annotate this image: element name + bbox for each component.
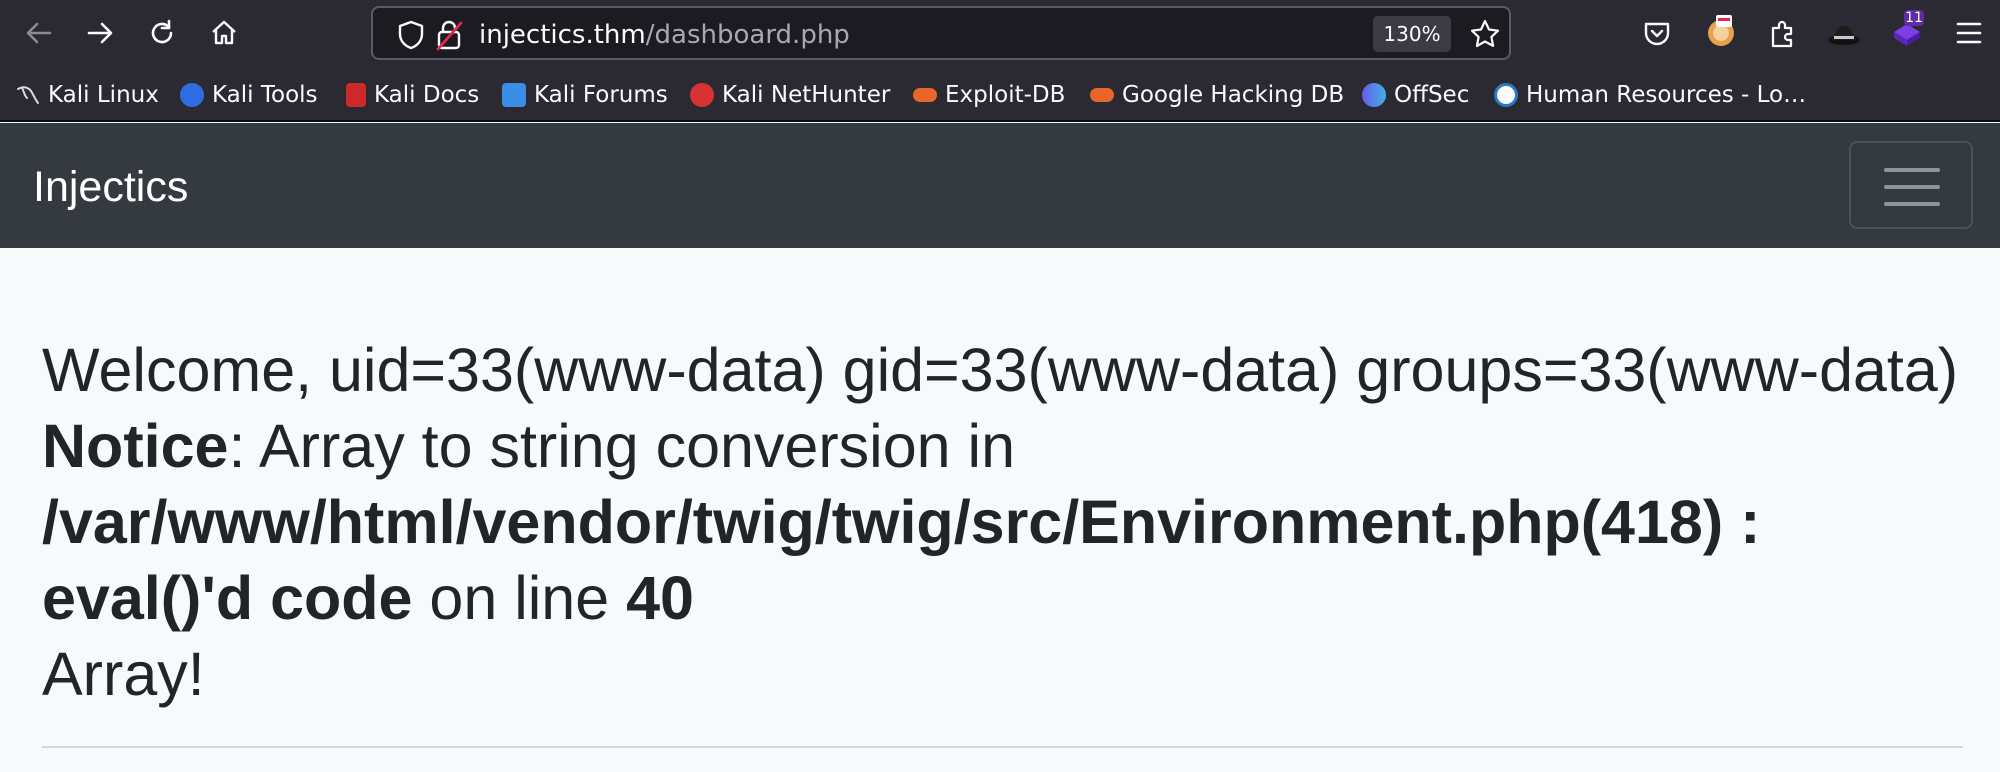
bookmark-label: Exploit-DB <box>945 82 1066 108</box>
notice-file-path: /var/www/html/vendor/twig/twig/src/Envir… <box>42 488 1761 632</box>
url-host: injectics.thm <box>479 20 646 50</box>
star-icon[interactable] <box>1469 18 1501 50</box>
kali-forums-icon <box>502 83 526 107</box>
wordpress-icon <box>1494 83 1518 107</box>
extension-badge-count: 11 <box>1905 10 1923 26</box>
bookmark-exploit-db[interactable]: Exploit-DB <box>913 80 1065 110</box>
bookmark-label: Human Resources - Lo… <box>1526 82 1807 108</box>
navbar-toggler-button[interactable] <box>1849 141 1973 229</box>
hamburger-line <box>1884 202 1940 206</box>
bookmark-kali-tools[interactable]: Kali Tools <box>180 80 318 110</box>
home-button[interactable] <box>202 11 246 55</box>
browser-toolbar: injectics.thm/dashboard.php 130% 11 <box>0 0 2000 67</box>
php-notice: Notice: Array to string conversion in /v… <box>42 408 1962 636</box>
bookmark-label: Kali Docs <box>374 82 480 108</box>
zoom-indicator[interactable]: 130% <box>1373 16 1451 52</box>
url-bar[interactable]: injectics.thm/dashboard.php 130% <box>371 6 1511 60</box>
bookmark-kali-docs[interactable]: Kali Docs <box>346 80 479 110</box>
bookmark-label: OffSec <box>1394 82 1470 108</box>
divider <box>42 746 1963 748</box>
bookmark-label: Kali Linux <box>48 82 159 108</box>
url-path: /dashboard.php <box>645 20 850 50</box>
ghdb-icon <box>1090 88 1114 102</box>
bookmark-offsec[interactable]: OffSec <box>1362 80 1469 110</box>
bookmark-label: Kali NetHunter <box>722 82 891 108</box>
hat-icon[interactable] <box>1826 20 1862 48</box>
menu-icon[interactable] <box>1955 20 1983 46</box>
kali-dragon-icon <box>17 86 39 104</box>
bookmark-human-resources[interactable]: Human Resources - Lo… <box>1494 80 1806 110</box>
bookmark-google-hacking-db[interactable]: Google Hacking DB <box>1090 80 1344 110</box>
kali-docs-icon <box>346 83 366 107</box>
notice-label: Notice <box>42 412 229 480</box>
home-icon <box>212 20 236 45</box>
bookmark-kali-nethunter[interactable]: Kali NetHunter <box>690 80 890 110</box>
bookmark-label: Google Hacking DB <box>1122 82 1345 108</box>
kali-nethunter-icon <box>690 83 714 107</box>
shield-icon[interactable] <box>397 20 425 50</box>
reload-icon <box>151 19 173 44</box>
bookmark-kali-linux[interactable]: Kali Linux <box>16 80 159 110</box>
kali-tools-icon <box>180 83 204 107</box>
navbar-brand[interactable]: Injectics <box>33 163 188 212</box>
bookmark-kali-forums[interactable]: Kali Forums <box>502 80 668 110</box>
site-navbar: Injectics <box>0 123 2000 248</box>
pocket-icon[interactable] <box>1642 19 1672 49</box>
hamburger-line <box>1884 168 1940 172</box>
exploit-db-icon <box>913 88 937 102</box>
puzzle-icon[interactable] <box>1767 17 1799 49</box>
bookmark-label: Kali Tools <box>212 82 318 108</box>
dashboard-content: Welcome, uid=33(www-data) gid=33(www-dat… <box>42 332 1962 712</box>
forward-button[interactable] <box>78 11 122 55</box>
notice-line-number: 40 <box>626 564 694 632</box>
forward-icon <box>87 22 113 44</box>
url-text[interactable]: injectics.thm/dashboard.php <box>479 20 850 50</box>
notice-message: : Array to string conversion in <box>228 412 1016 480</box>
lock-off-icon[interactable] <box>435 19 463 51</box>
bookmarks-bar: Kali Linux Kali Tools Kali Docs Kali For… <box>0 67 2000 122</box>
offsec-icon <box>1362 83 1386 107</box>
array-output: Array! <box>42 640 205 708</box>
back-icon <box>26 22 52 44</box>
back-button[interactable] <box>17 11 61 55</box>
notice-on-line: on line <box>412 564 627 632</box>
extension-icon[interactable] <box>1704 13 1738 49</box>
reload-button[interactable] <box>140 11 184 55</box>
welcome-message: Welcome, uid=33(www-data) gid=33(www-dat… <box>42 336 1959 404</box>
bookmark-label: Kali Forums <box>534 82 668 108</box>
hamburger-line <box>1884 185 1940 189</box>
